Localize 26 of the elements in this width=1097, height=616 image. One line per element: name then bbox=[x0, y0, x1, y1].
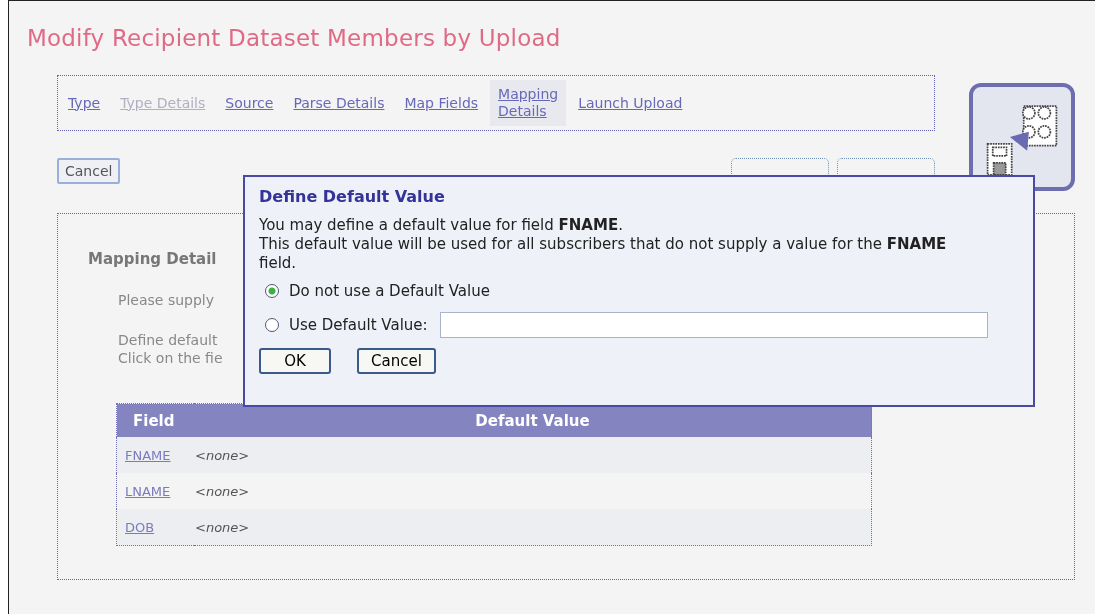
dialog-message: You may define a default value for field FNAME. This default value will be used for all subscribers that do not supply a value for the FNAME field. bbox=[259, 216, 948, 273]
table-cell: <none> bbox=[195, 519, 250, 535]
dialog-button[interactable]: OK bbox=[259, 348, 331, 375]
step-tab[interactable]: Source bbox=[225, 94, 274, 112]
field-link[interactable]: LNAME bbox=[125, 483, 171, 499]
dialog-button[interactable]: Cancel bbox=[357, 348, 436, 375]
step-tab[interactable]: Map Fields bbox=[404, 94, 479, 112]
table-cell: <none> bbox=[195, 483, 250, 499]
step-tab[interactable]: Mapping Details bbox=[490, 80, 567, 126]
step-tab[interactable]: Parse Details bbox=[293, 94, 385, 112]
step-tab[interactable]: Launch Upload bbox=[578, 94, 683, 112]
step-tab[interactable]: Type bbox=[68, 94, 101, 112]
radio-label[interactable]: Do not use a Default Value bbox=[289, 282, 490, 301]
radio-button[interactable] bbox=[265, 284, 279, 299]
radio-label[interactable]: Use Default Value: bbox=[289, 316, 428, 335]
instruction-text: Define default Click on the fie bbox=[118, 332, 223, 367]
page-title: Modify Recipient Dataset Members by Upload bbox=[27, 25, 562, 51]
input-field[interactable] bbox=[439, 312, 988, 339]
cancel-button[interactable]: Cancel bbox=[57, 158, 121, 184]
radio-button[interactable] bbox=[265, 318, 279, 333]
section-heading: Mapping Detail bbox=[88, 250, 217, 268]
field-link[interactable]: DOB bbox=[125, 519, 155, 535]
dialog-title: Define Default Value bbox=[259, 187, 446, 206]
instruction-text: Please supply bbox=[118, 292, 214, 308]
column-header: Field bbox=[116, 403, 194, 437]
table-cell: <none> bbox=[195, 447, 250, 463]
